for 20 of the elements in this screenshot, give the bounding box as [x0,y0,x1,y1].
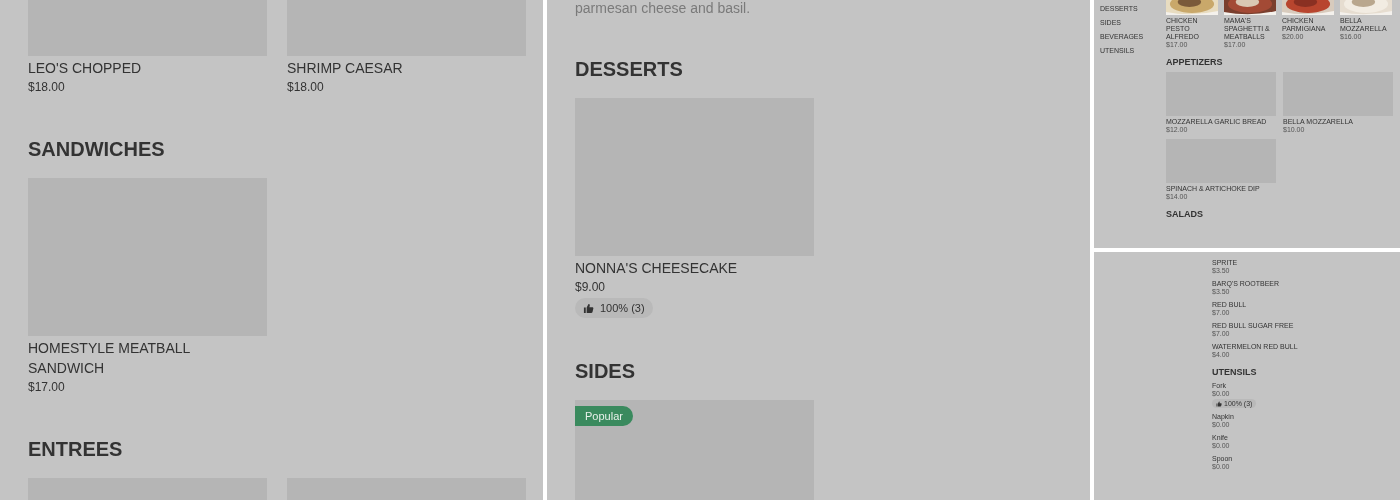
section-heading: UTENSILS [1212,367,1258,377]
rating-badge: 100% (3) [575,298,653,318]
section-heading: APPETIZERS [1166,57,1224,67]
item-name[interactable]: LEO'S CHOPPED [28,58,142,78]
thumbs-up-icon [583,302,594,314]
item-price: $9.00 [575,279,606,296]
popular-badge: Popular [575,406,633,426]
item-price: $17.00 [28,379,65,396]
section-heading: SANDWICHES [28,137,166,161]
section-heading: SALADS [1166,209,1204,219]
thumbs-up-icon [1216,400,1222,407]
item-name[interactable]: NONNA'S CHEESECAKE [575,258,738,278]
item-name[interactable]: SHRIMP CAESAR [287,58,403,78]
section-heading: DESSERTS [575,57,684,81]
item-price: $18.00 [287,79,324,96]
section-heading: SIDES [575,359,637,383]
item-name[interactable]: HOMESTYLE MEATBALL SANDWICH [28,338,267,378]
item-description: parmesan cheese and basil. [575,0,752,16]
section-heading: ENTREES [28,437,124,461]
item-price: $18.00 [28,79,65,96]
